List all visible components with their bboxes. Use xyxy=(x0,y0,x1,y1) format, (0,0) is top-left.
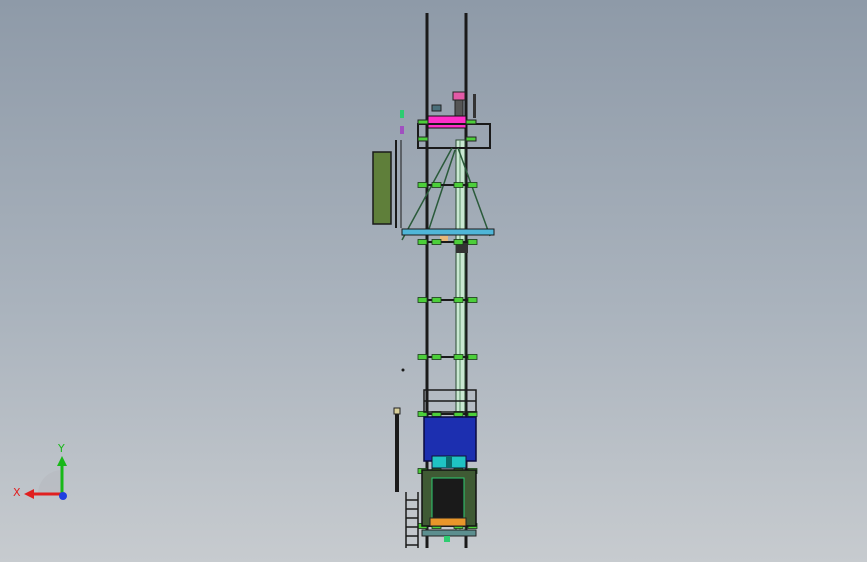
side-cabinet xyxy=(372,140,402,228)
left-lower-pole xyxy=(393,368,405,492)
bracket-clamp xyxy=(453,182,464,188)
bracket-clamp xyxy=(417,297,428,303)
top-head-assembly xyxy=(400,91,491,149)
triad-quadrant-shape xyxy=(38,470,62,494)
bracket-clamp xyxy=(467,354,478,360)
x-axis-label: X xyxy=(13,486,21,499)
bracket-clamp xyxy=(453,297,464,303)
z-axis-dot xyxy=(59,492,67,500)
graphics-viewport[interactable]: Y X xyxy=(0,0,867,562)
bottom-ladder xyxy=(405,492,419,548)
lower-railing xyxy=(423,389,477,413)
bracket-clamp xyxy=(431,182,442,188)
bracket-clamp xyxy=(467,182,478,188)
bracket-clamp xyxy=(431,297,442,303)
bracket-clamp xyxy=(453,239,464,245)
bracket-clamp xyxy=(467,297,478,303)
blue-cabin xyxy=(423,416,477,469)
bracket-clamp xyxy=(453,354,464,360)
bracket-clamp xyxy=(431,354,442,360)
tower-assembly-model[interactable] xyxy=(0,0,867,562)
y-axis-label: Y xyxy=(57,442,65,455)
diagonal-braces xyxy=(401,147,491,241)
bracket-clamp xyxy=(467,239,478,245)
bracket-clamp xyxy=(417,354,428,360)
bracket-clamp xyxy=(417,239,428,245)
bracket-clamp xyxy=(417,182,428,188)
bottom-carriage xyxy=(421,469,477,542)
orientation-triad: Y X xyxy=(13,442,67,500)
bracket-clamp xyxy=(431,239,442,245)
